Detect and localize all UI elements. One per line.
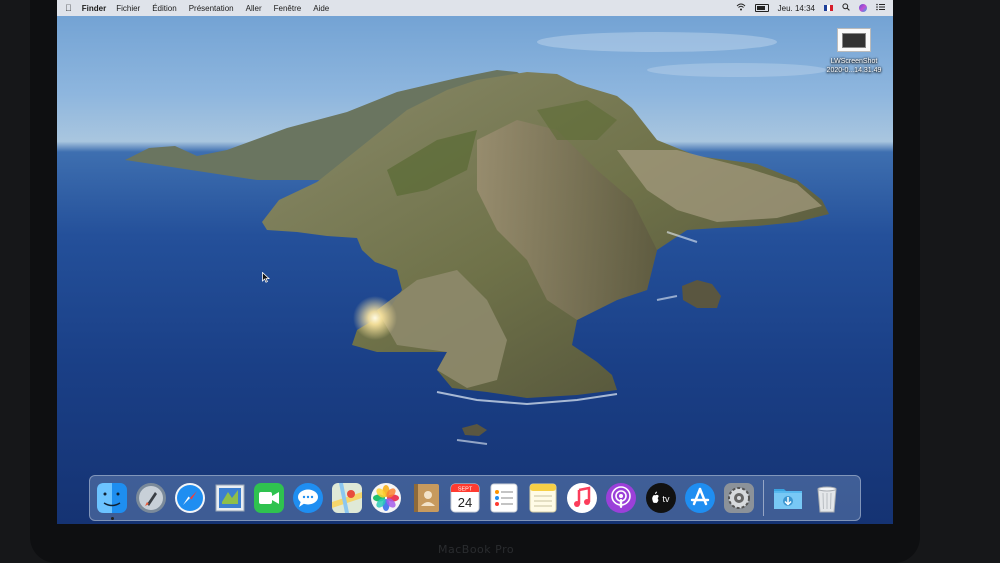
apple-menu-icon[interactable]:  <box>65 3 72 13</box>
calendar-month-label: SEPT <box>458 487 473 493</box>
reminders-icon <box>490 483 518 513</box>
dock-reminders[interactable] <box>488 482 520 514</box>
menu-clock[interactable]: Jeu. 14:34 <box>778 4 815 13</box>
screenshot-thumbnail-icon <box>837 28 871 52</box>
music-icon <box>567 483 598 513</box>
dock-app-store[interactable] <box>684 482 716 514</box>
dock-facetime[interactable] <box>253 482 285 514</box>
catalina-island-wallpaper <box>125 32 829 445</box>
podcasts-icon <box>606 483 637 513</box>
menu-fichier[interactable]: Fichier <box>116 4 140 13</box>
dock-calendar[interactable]: SEPT 24 <box>449 482 481 514</box>
app-store-icon <box>684 483 715 513</box>
contacts-icon <box>413 484 439 512</box>
finder-icon <box>97 483 127 513</box>
dock-system-preferences[interactable] <box>723 482 755 514</box>
dock-podcasts[interactable] <box>605 482 637 514</box>
desktop-file-screenshot[interactable]: LWScreenShot 2020-0...14.31.49 <box>821 28 887 75</box>
wifi-icon[interactable] <box>736 3 746 13</box>
mail-icon <box>215 484 245 512</box>
desktop-file-date: 2020-0...14.31.49 <box>826 67 882 74</box>
facetime-icon <box>253 483 284 513</box>
photos-icon <box>371 483 402 513</box>
menu-bar-status-area: Jeu. 14:34 <box>736 3 885 13</box>
dock-notes[interactable] <box>527 482 559 514</box>
menu-aller[interactable]: Aller <box>246 4 262 13</box>
menu-app-finder[interactable]: Finder <box>82 4 106 13</box>
trash-icon <box>817 486 837 513</box>
messages-icon <box>292 483 323 513</box>
downloads-folder-icon <box>774 489 803 509</box>
siri-icon[interactable] <box>859 4 867 12</box>
apple-tv-label: tv <box>662 494 670 504</box>
dock-trash[interactable] <box>811 482 843 514</box>
dock-music[interactable] <box>566 482 598 514</box>
launchpad-icon <box>136 483 167 513</box>
desktop-file-name: LWScreenShot <box>830 58 878 65</box>
calendar-icon: SEPT 24 <box>450 483 480 513</box>
input-source-flag-icon[interactable] <box>824 5 833 11</box>
calendar-day-label: 24 <box>457 495 471 510</box>
running-indicator <box>111 517 114 520</box>
dock-messages[interactable] <box>292 482 324 514</box>
system-preferences-icon <box>724 483 754 513</box>
dock-separator <box>763 480 765 516</box>
menu-edition[interactable]: Édition <box>152 4 176 13</box>
mouse-pointer-icon <box>262 272 270 283</box>
dock-mail[interactable] <box>214 482 246 514</box>
spotlight-search-icon[interactable] <box>842 3 850 13</box>
desktop-screen:  Finder Fichier Édition Présentation Al… <box>57 0 893 524</box>
maps-icon <box>332 483 363 513</box>
dock: SEPT 24 tv <box>89 475 861 521</box>
menu-bar:  Finder Fichier Édition Présentation Al… <box>57 0 893 16</box>
dock-downloads[interactable] <box>772 482 804 514</box>
dock-maps[interactable] <box>331 482 363 514</box>
apple-tv-icon: tv <box>645 483 676 513</box>
menu-presentation[interactable]: Présentation <box>189 4 234 13</box>
dock-contacts[interactable] <box>410 482 442 514</box>
dock-photos[interactable] <box>370 482 402 514</box>
dock-apple-tv[interactable]: tv <box>645 482 677 514</box>
notification-center-icon[interactable] <box>876 3 885 13</box>
macbook-label: MacBook Pro <box>438 543 515 556</box>
dock-safari[interactable] <box>174 482 206 514</box>
dock-finder[interactable] <box>96 482 128 520</box>
safari-icon <box>175 483 206 513</box>
notes-icon <box>529 483 557 513</box>
dock-launchpad[interactable] <box>135 482 167 514</box>
battery-icon[interactable] <box>754 4 769 12</box>
menu-fenetre[interactable]: Fenêtre <box>274 4 302 13</box>
menu-aide[interactable]: Aide <box>313 4 329 13</box>
